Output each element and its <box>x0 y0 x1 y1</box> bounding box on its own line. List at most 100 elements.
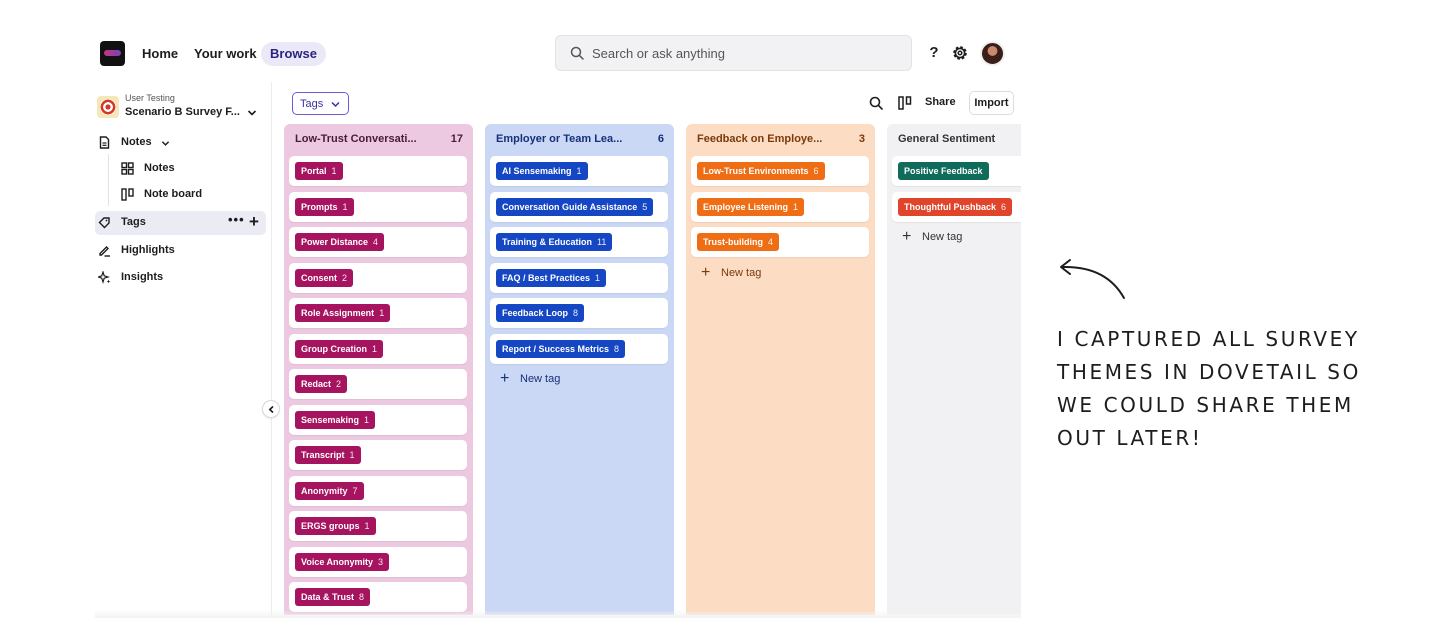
nav-browse[interactable]: Browse <box>261 42 326 66</box>
tag-card[interactable]: Sensemaking 1 <box>289 404 467 435</box>
tag-chip[interactable]: Low-Trust Environments 6 <box>697 162 825 180</box>
tag-card[interactable]: Group Creation 1 <box>289 333 467 364</box>
tag-card[interactable]: Trust-building 4 <box>691 227 869 257</box>
gear-icon[interactable] <box>951 44 969 62</box>
tag-chip[interactable]: Conversation Guide Assistance 5 <box>496 197 654 216</box>
tag-card[interactable]: Feedback Loop 8 <box>490 298 668 328</box>
tag-chip[interactable]: ERGS groups 1 <box>295 517 376 535</box>
sparkle-icon <box>98 271 111 284</box>
tag-chip[interactable]: Role Assignment 1 <box>295 304 391 322</box>
tag-chip[interactable]: Data & Trust 8 <box>295 588 371 606</box>
tag-card[interactable]: Data & Trust 8 <box>289 582 467 612</box>
new-tag-button[interactable]: + New tag <box>691 263 869 287</box>
tag-card[interactable]: Employee Listening 1 <box>691 191 869 222</box>
tag-card[interactable]: Redact 2 <box>289 369 467 399</box>
column-title[interactable]: Employer or Team Lea... <box>496 133 622 145</box>
highlighter-icon <box>99 246 110 257</box>
tag-count: 5 <box>642 201 648 212</box>
sidebar-item-insights[interactable]: Insights <box>95 267 266 289</box>
tag-chip[interactable]: Feedback Loop 8 <box>496 304 585 322</box>
chevron-down-icon[interactable] <box>247 108 257 118</box>
chevron-down-icon[interactable] <box>161 139 170 148</box>
tag-chip[interactable]: Prompts 1 <box>295 197 354 216</box>
user-avatar[interactable] <box>980 41 1005 66</box>
tag-card[interactable]: Transcript 1 <box>289 440 467 470</box>
tag-label: Portal <box>301 166 327 176</box>
tag-card[interactable]: AI Sensemaking 1 <box>490 156 668 186</box>
search-input[interactable] <box>592 44 892 62</box>
sidebar-item-notes-list[interactable]: Notes <box>118 158 268 180</box>
sidebar-item-tags[interactable]: Tags ••• + <box>95 211 266 235</box>
curved-arrow-icon <box>1060 259 1125 299</box>
column-title[interactable]: General Sentiment <box>898 133 995 145</box>
tag-card[interactable]: Prompts 1 <box>289 191 467 222</box>
tags-filter-dropdown[interactable]: Tags <box>292 92 349 115</box>
tag-label: Group Creation <box>301 343 368 354</box>
project-switcher[interactable]: User Testing Scenario B Survey F... <box>95 90 265 124</box>
tag-card[interactable]: Report / Success Metrics 8 <box>490 333 668 364</box>
tag-label: Report / Success Metrics <box>502 343 610 354</box>
help-icon[interactable]: ? <box>927 43 941 63</box>
tag-label: Power Distance <box>301 237 369 247</box>
column-title[interactable]: Feedback on Employe... <box>697 133 822 145</box>
sidebar-item-label: Notes <box>144 162 175 174</box>
tag-label: Feedback Loop <box>502 308 569 318</box>
tag-card[interactable]: Low-Trust Environments 6 <box>691 156 869 186</box>
tag-card[interactable]: Role Assignment 1 <box>289 298 467 328</box>
workspace-logo[interactable] <box>100 41 125 66</box>
tag-label: Voice Anonymity <box>301 556 374 567</box>
add-icon[interactable]: + <box>249 211 259 233</box>
target-icon <box>97 96 119 118</box>
tag-chip[interactable]: Positive Feedback <box>898 162 989 180</box>
tag-card[interactable]: Training & Education 11 <box>490 227 668 257</box>
sidebar-item-note-board[interactable]: Note board <box>118 184 268 206</box>
tag-label: ERGS groups <box>301 521 360 531</box>
global-search[interactable] <box>555 35 912 71</box>
tag-card[interactable]: Anonymity 7 <box>289 475 467 506</box>
tag-chip[interactable]: Voice Anonymity 3 <box>295 552 390 571</box>
tag-chip[interactable]: Portal 1 <box>295 162 343 180</box>
sidebar-item-highlights[interactable]: Highlights <box>95 240 266 262</box>
tag-card[interactable]: Voice Anonymity 3 <box>289 546 467 577</box>
tag-chip[interactable]: Consent 2 <box>295 268 354 287</box>
tag-chip[interactable]: Anonymity 7 <box>295 481 364 500</box>
nav-home[interactable]: Home <box>133 42 187 66</box>
tag-chip[interactable]: Thoughtful Pushback 6 <box>898 197 1013 216</box>
tag-chip[interactable]: Trust-building 4 <box>697 233 780 251</box>
share-button[interactable]: Share <box>925 96 956 108</box>
search-icon[interactable] <box>869 96 883 110</box>
tag-card[interactable]: Conversation Guide Assistance 5 <box>490 191 668 222</box>
sidebar-item-label: Notes <box>121 136 152 148</box>
tag-chip[interactable]: FAQ / Best Practices 1 <box>496 268 607 287</box>
tag-card[interactable]: Positive Feedback <box>892 156 1021 186</box>
tag-icon <box>98 217 110 229</box>
import-button[interactable]: Import <box>969 91 1014 115</box>
new-tag-button[interactable]: + New tag <box>892 227 1021 251</box>
tag-chip[interactable]: Group Creation 1 <box>295 339 384 358</box>
tag-count: 1 <box>595 272 601 283</box>
tag-card[interactable]: Thoughtful Pushback 6 <box>892 191 1021 222</box>
new-tag-button[interactable]: + New tag <box>490 369 668 393</box>
column-feedback-on-employees: Feedback on Employe... 3 Low-Trust Environ… <box>686 124 875 615</box>
tag-card[interactable]: Consent 2 <box>289 262 467 293</box>
board-view-icon[interactable] <box>898 96 912 110</box>
tag-card[interactable]: ERGS groups 1 <box>289 511 467 541</box>
tag-chip[interactable]: Report / Success Metrics 8 <box>496 339 626 358</box>
tag-chip[interactable]: Power Distance 4 <box>295 233 385 251</box>
tag-count: 1 <box>349 450 355 460</box>
tag-card[interactable]: FAQ / Best Practices 1 <box>490 262 668 293</box>
card-list: Positive Feedback Thoughtful Pushback 6 + Ne… <box>892 156 1021 251</box>
tag-chip[interactable]: Employee Listening 1 <box>697 197 805 216</box>
tag-card[interactable]: Portal 1 <box>289 156 467 186</box>
tag-chip[interactable]: Training & Education 11 <box>496 233 613 251</box>
tag-chip[interactable]: Redact 2 <box>295 375 348 393</box>
tag-chip[interactable]: AI Sensemaking 1 <box>496 162 588 180</box>
column-general-sentiment: General Sentiment Positive Feedback Though… <box>887 124 1021 615</box>
more-icon[interactable]: ••• <box>228 212 245 227</box>
tag-chip[interactable]: Sensemaking 1 <box>295 410 376 429</box>
sidebar-item-notes[interactable]: Notes <box>95 132 266 154</box>
nav-your-work[interactable]: Your work <box>185 42 266 66</box>
tag-chip[interactable]: Transcript 1 <box>295 446 361 464</box>
tag-card[interactable]: Power Distance 4 <box>289 227 467 257</box>
column-title[interactable]: Low-Trust Conversati... <box>295 133 417 145</box>
